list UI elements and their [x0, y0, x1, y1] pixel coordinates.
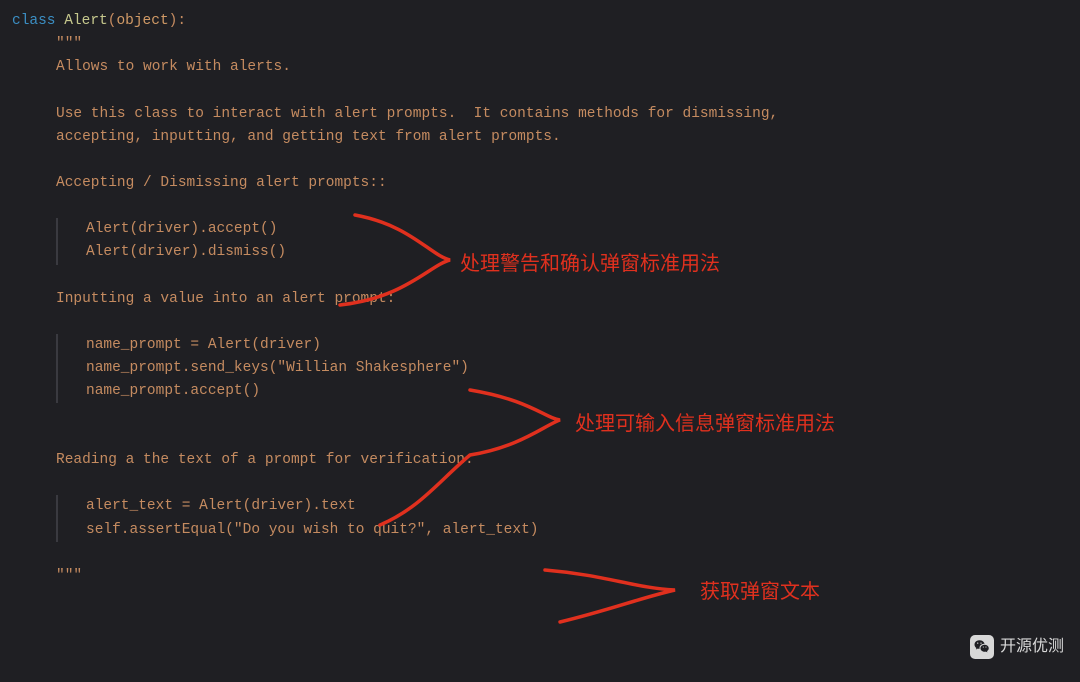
code-line: Alert(driver).accept() [86, 218, 1068, 241]
section-title: Accepting / Dismissing alert prompts:: [12, 172, 1068, 195]
code-line: Alert(driver).dismiss() [86, 241, 1068, 264]
watermark: 开源优测 [970, 634, 1064, 660]
code-line: name_prompt.send_keys("Willian Shakesphe… [86, 357, 1068, 380]
code-line: name_prompt.accept() [86, 380, 1068, 403]
base-class: object [116, 13, 168, 29]
docstring-open: """ [12, 33, 1068, 56]
wechat-icon [970, 635, 994, 659]
code-line: alert_text = Alert(driver).text [86, 495, 1068, 518]
class-name: Alert [64, 13, 108, 29]
kw-class: class [12, 13, 56, 29]
doc-line: Use this class to interact with alert pr… [12, 103, 1068, 126]
section-title: Inputting a value into an alert prompt: [12, 288, 1068, 311]
doc-line: Allows to work with alerts. [12, 56, 1068, 79]
doc-line: accepting, inputting, and getting text f… [12, 126, 1068, 149]
code-editor: class Alert(object): """ Allows to work … [12, 10, 1068, 588]
code-line: self.assertEqual("Do you wish to quit?",… [86, 519, 1068, 542]
code-line: name_prompt = Alert(driver) [86, 334, 1068, 357]
watermark-text: 开源优测 [1000, 634, 1064, 660]
section-title: Reading a the text of a prompt for verif… [12, 449, 1068, 472]
docstring-close: """ [12, 565, 1068, 588]
class-decl: class Alert(object): [12, 10, 1068, 33]
